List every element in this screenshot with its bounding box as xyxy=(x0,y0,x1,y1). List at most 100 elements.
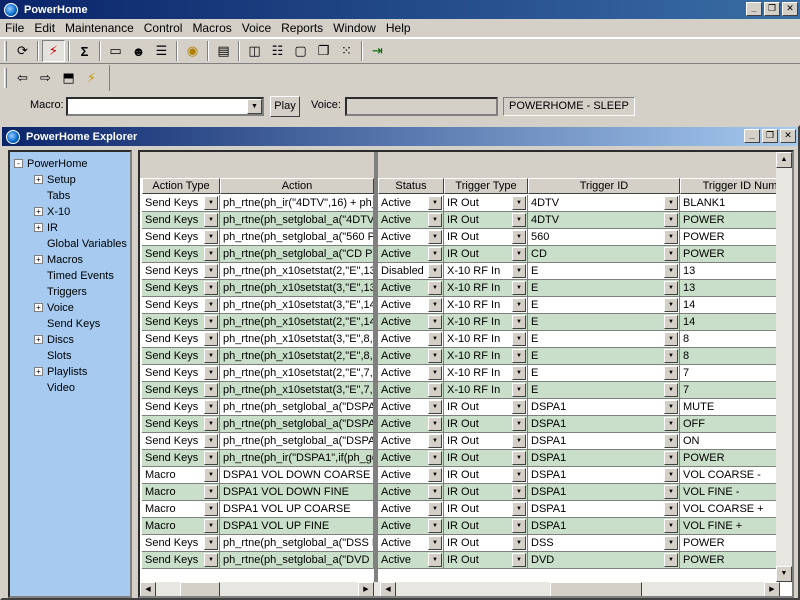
tree-item-playlists[interactable]: + Playlists xyxy=(34,364,87,380)
menu-window[interactable]: Window xyxy=(328,21,381,35)
chevron-down-icon[interactable]: ▼ xyxy=(204,315,218,329)
cell-action[interactable]: DSPA1 VOL UP FINE xyxy=(220,518,374,535)
cell-status[interactable]: Active ▼ xyxy=(378,399,444,416)
cell-trigger-type[interactable]: IR Out ▼ xyxy=(444,501,528,518)
chevron-down-icon[interactable]: ▼ xyxy=(512,366,526,380)
cell-action[interactable]: ph_rtne(ph_setglobal_a("560 P xyxy=(220,229,374,246)
table-row[interactable]: Send Keys ▼ ph_rtne(ph_x10setstat(3,"E",8,… xyxy=(140,331,792,348)
cell-status[interactable]: Active ▼ xyxy=(378,382,444,399)
chevron-down-icon[interactable]: ▼ xyxy=(512,298,526,312)
chevron-down-icon[interactable]: ▼ xyxy=(204,485,218,499)
cell-action-type[interactable]: Macro ▼ xyxy=(142,467,220,484)
chevron-down-icon[interactable]: ▼ xyxy=(664,417,678,431)
folder-icon[interactable]: ▭ xyxy=(104,40,127,62)
chevron-down-icon[interactable]: ▼ xyxy=(664,451,678,465)
chevron-down-icon[interactable]: ▼ xyxy=(204,434,218,448)
menu-edit[interactable]: Edit xyxy=(29,21,60,35)
lightning-small-icon[interactable]: ⚡ xyxy=(80,67,103,89)
cell-action[interactable]: ph_rtne(ph_setglobal_a("DSPA xyxy=(220,433,374,450)
left-scroll-thumb[interactable] xyxy=(180,582,220,596)
menu-control[interactable]: Control xyxy=(139,21,188,35)
cell-action-type[interactable]: Send Keys ▼ xyxy=(142,212,220,229)
chevron-down-icon[interactable]: ▼ xyxy=(664,502,678,516)
grid-splitter[interactable] xyxy=(374,152,378,582)
cell-trigger-type[interactable]: IR Out ▼ xyxy=(444,416,528,433)
chevron-down-icon[interactable]: ▼ xyxy=(428,383,442,397)
cell-trigger-type[interactable]: IR Out ▼ xyxy=(444,552,528,569)
chevron-down-icon[interactable]: ▼ xyxy=(664,468,678,482)
tree-item-voice[interactable]: + Voice xyxy=(34,300,74,316)
table-row[interactable]: Send Keys ▼ ph_rtne(ph_x10setstat(3,"E",7,… xyxy=(140,382,792,399)
cell-action-type[interactable]: Send Keys ▼ xyxy=(142,246,220,263)
cell-status[interactable]: Active ▼ xyxy=(378,450,444,467)
chevron-down-icon[interactable]: ▼ xyxy=(204,349,218,363)
cell-trigger-type[interactable]: IR Out ▼ xyxy=(444,433,528,450)
table-row[interactable]: Send Keys ▼ ph_rtne(ph_x10setstat(2,"E",7,… xyxy=(140,365,792,382)
explorer-maximize-button[interactable]: ❐ xyxy=(762,129,778,143)
cell-action-type[interactable]: Macro ▼ xyxy=(142,518,220,535)
chevron-down-icon[interactable]: ▼ xyxy=(204,281,218,295)
scroll-down-icon[interactable]: ▼ xyxy=(776,566,792,582)
chevron-down-icon[interactable]: ▼ xyxy=(664,519,678,533)
table-row[interactable]: Send Keys ▼ ph_rtne(ph_setglobal_a("4DTV Ac… xyxy=(140,212,792,229)
chevron-down-icon[interactable]: ▼ xyxy=(428,366,442,380)
cell-trigger-id[interactable]: DSPA1 ▼ xyxy=(528,399,680,416)
chevron-down-icon[interactable]: ▼ xyxy=(204,468,218,482)
chevron-down-icon[interactable]: ▼ xyxy=(512,434,526,448)
chevron-down-icon[interactable]: ▼ xyxy=(428,485,442,499)
chevron-down-icon[interactable]: ▼ xyxy=(428,536,442,550)
cell-trigger-type[interactable]: X-10 RF In ▼ xyxy=(444,263,528,280)
table-row[interactable]: Send Keys ▼ ph_rtne(ph_ir("4DTV",16) + ph_… xyxy=(140,195,792,212)
cell-status[interactable]: Active ▼ xyxy=(378,416,444,433)
cell-action-type[interactable]: Send Keys ▼ xyxy=(142,535,220,552)
chevron-down-icon[interactable]: ▼ xyxy=(664,281,678,295)
cell-trigger-type[interactable]: X-10 RF In ▼ xyxy=(444,348,528,365)
chevron-down-icon[interactable]: ▼ xyxy=(512,213,526,227)
cell-status[interactable]: Active ▼ xyxy=(378,246,444,263)
cell-status[interactable]: Active ▼ xyxy=(378,365,444,382)
cell-trigger-type[interactable]: X-10 RF In ▼ xyxy=(444,382,528,399)
column-header-status[interactable]: Status xyxy=(378,178,444,194)
cell-status[interactable]: Active ▼ xyxy=(378,467,444,484)
cell-action-type[interactable]: Send Keys ▼ xyxy=(142,382,220,399)
chevron-down-icon[interactable]: ▼ xyxy=(664,213,678,227)
chevron-down-icon[interactable]: ▼ xyxy=(512,451,526,465)
cell-status[interactable]: Active ▼ xyxy=(378,212,444,229)
chevron-down-icon[interactable]: ▼ xyxy=(512,247,526,261)
expand-icon[interactable]: + xyxy=(34,335,43,344)
chevron-down-icon[interactable]: ▼ xyxy=(428,349,442,363)
bulb-icon[interactable]: ◉ xyxy=(181,40,204,62)
arrange-icon[interactable]: ⁙ xyxy=(335,40,358,62)
table-row[interactable]: Send Keys ▼ ph_rtne(ph_ir("DSPA1",if(ph_ge… xyxy=(140,450,792,467)
chevron-down-icon[interactable]: ▼ xyxy=(204,247,218,261)
cell-trigger-id[interactable]: 4DTV ▼ xyxy=(528,195,680,212)
cell-trigger-type[interactable]: IR Out ▼ xyxy=(444,195,528,212)
chevron-down-icon[interactable]: ▼ xyxy=(512,315,526,329)
toolbar-grip[interactable] xyxy=(4,68,7,88)
cell-trigger-id[interactable]: E ▼ xyxy=(528,348,680,365)
voice-field[interactable] xyxy=(345,97,498,116)
explorer-minimize-button[interactable]: _ xyxy=(744,129,760,143)
vertical-scrollbar[interactable]: ▲ ▼ xyxy=(776,152,792,582)
cell-trigger-type[interactable]: IR Out ▼ xyxy=(444,484,528,501)
tree-item-slots[interactable]: Slots xyxy=(34,348,71,364)
chevron-down-icon[interactable]: ▼ xyxy=(512,230,526,244)
cell-status[interactable]: Active ▼ xyxy=(378,297,444,314)
cell-action[interactable]: ph_rtne(ph_x10setstat(3,"E",7,( xyxy=(220,382,374,399)
cell-action-type[interactable]: Send Keys ▼ xyxy=(142,416,220,433)
chevron-down-icon[interactable]: ▼ xyxy=(664,247,678,261)
cell-trigger-type[interactable]: X-10 RF In ▼ xyxy=(444,280,528,297)
chevron-down-icon[interactable]: ▼ xyxy=(664,315,678,329)
cell-action-type[interactable]: Send Keys ▼ xyxy=(142,331,220,348)
cell-action[interactable]: ph_rtne(ph_x10setstat(3,"E",8,( xyxy=(220,331,374,348)
cell-trigger-type[interactable]: IR Out ▼ xyxy=(444,535,528,552)
tree-item-video[interactable]: Video xyxy=(34,380,75,396)
chevron-down-icon[interactable]: ▼ xyxy=(204,196,218,210)
cell-action[interactable]: DSPA1 VOL UP COARSE xyxy=(220,501,374,518)
tree-item-timed-events[interactable]: Timed Events xyxy=(34,268,114,284)
horizontal-scrollbar[interactable]: ◀ ▶ ◀ ▶ xyxy=(140,582,780,596)
cell-action-type[interactable]: Send Keys ▼ xyxy=(142,348,220,365)
chevron-down-icon[interactable]: ▼ xyxy=(204,298,218,312)
tree-item-x-10[interactable]: + X-10 xyxy=(34,204,70,220)
cell-trigger-type[interactable]: IR Out ▼ xyxy=(444,399,528,416)
